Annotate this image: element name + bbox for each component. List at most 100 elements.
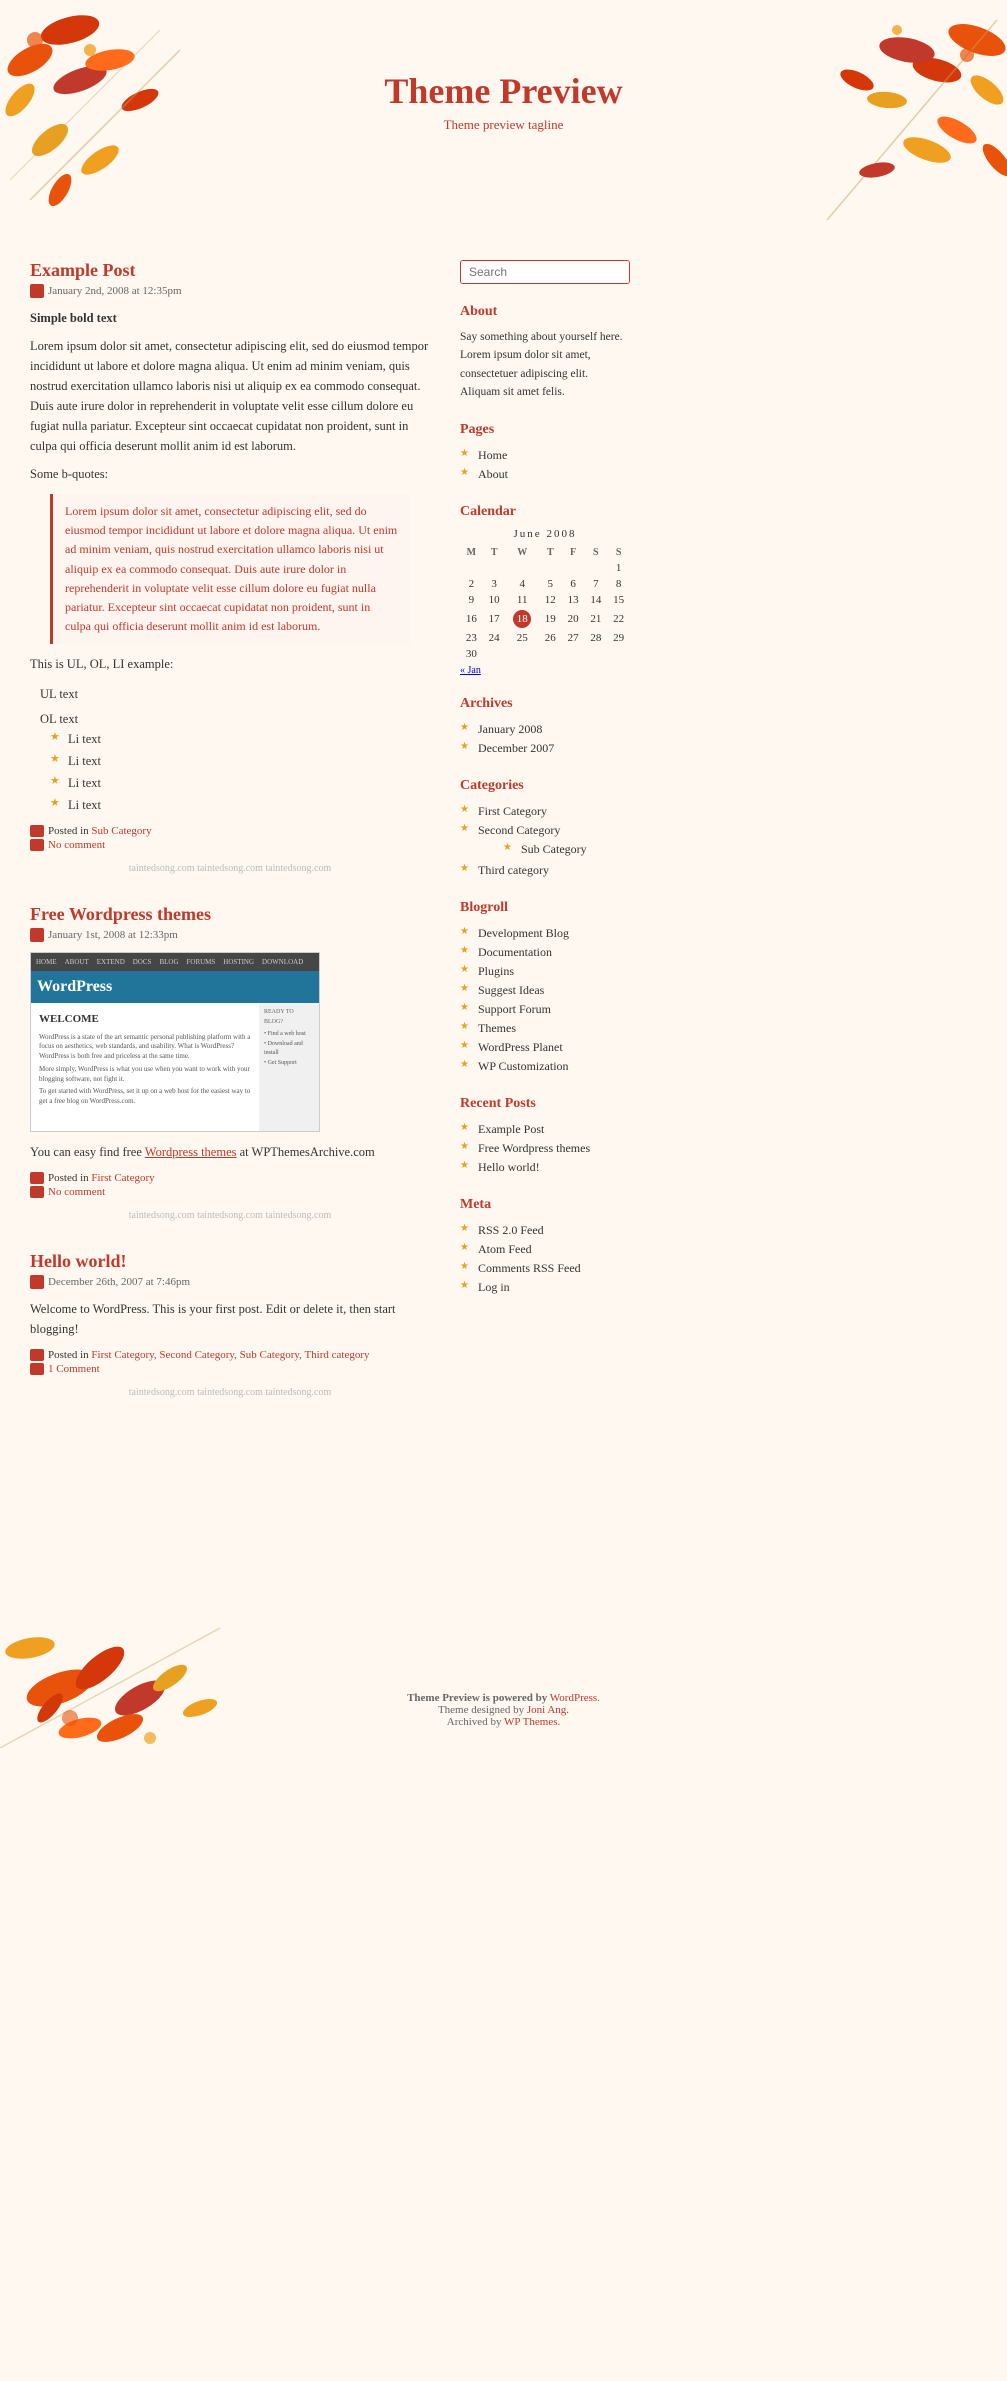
list-item: Li text	[50, 773, 430, 793]
widget-recent-posts: Recent Posts Example Post Free Wordpress…	[460, 1096, 630, 1177]
cal-header: F	[562, 545, 585, 560]
cal-cell	[562, 560, 585, 576]
comment-icon	[30, 839, 44, 851]
cal-cell: 9	[460, 592, 483, 608]
comment-line: 1 Comment	[30, 1363, 430, 1375]
calendar-icon	[30, 1275, 44, 1289]
meta-item[interactable]: Atom Feed	[460, 1240, 630, 1259]
about-text: Say something about yourself here. Lorem…	[460, 328, 630, 402]
post-date-example: January 2nd, 2008 at 12:35pm	[30, 284, 430, 298]
archive-item[interactable]: January 2008	[460, 720, 630, 739]
blogroll-item[interactable]: Suggest Ideas	[460, 981, 630, 1000]
post-title-example[interactable]: Example Post	[30, 260, 430, 281]
blogroll-list: Development Blog Documentation Plugins S…	[460, 924, 630, 1076]
cal-cell	[506, 646, 539, 662]
site-title: Theme Preview	[0, 70, 1007, 112]
cal-header: T	[539, 545, 562, 560]
cal-cell: 5	[539, 576, 562, 592]
designer-link[interactable]: Joni Ang	[527, 1704, 566, 1716]
post-title-wp[interactable]: Free Wordpress themes	[30, 904, 430, 925]
meta-item[interactable]: Comments RSS Feed	[460, 1259, 630, 1278]
category-item-third[interactable]: Third category	[460, 861, 630, 880]
post-content-wp: HOME ABOUT EXTEND DOCS BLOG FORUMS HOSTI…	[30, 952, 430, 1162]
cal-cell: 11	[506, 592, 539, 608]
cal-cell: 6	[562, 576, 585, 592]
wordpress-screenshot: HOME ABOUT EXTEND DOCS BLOG FORUMS HOSTI…	[30, 952, 320, 1132]
cal-cell: 28	[584, 630, 607, 646]
meta-item[interactable]: Log in	[460, 1278, 630, 1297]
widget-meta: Meta RSS 2.0 Feed Atom Feed Comments RSS…	[460, 1197, 630, 1297]
comment-link[interactable]: No comment	[48, 1186, 105, 1198]
post-date-hello: December 26th, 2007 at 7:46pm	[30, 1275, 430, 1289]
comment-line: No comment	[30, 1186, 430, 1198]
wordpress-link[interactable]: WordPress	[550, 1692, 597, 1704]
page-item-home[interactable]: Home	[460, 446, 630, 465]
tag-icon	[30, 1172, 44, 1184]
pages-list: Home About	[460, 446, 630, 484]
category-link[interactable]: Sub Category	[91, 825, 151, 837]
wp-navbar: HOME ABOUT EXTEND DOCS BLOG FORUMS HOSTI…	[31, 953, 319, 971]
cal-cell: 15	[607, 592, 630, 608]
comment-icon	[30, 1363, 44, 1375]
footer-archive: Archived by WP Themes.	[447, 1716, 560, 1728]
list-item: Li text	[50, 751, 430, 771]
meta-list: RSS 2.0 Feed Atom Feed Comments RSS Feed…	[460, 1221, 630, 1297]
list-item: Li text	[50, 729, 430, 749]
cal-cell: 20	[562, 608, 585, 630]
categories-list: First Category Second Category Sub Categ…	[460, 802, 630, 880]
blogroll-title: Blogroll	[460, 900, 630, 916]
tag-icon	[30, 825, 44, 837]
category-link[interactable]: First Category, Second Category, Sub Cat…	[91, 1349, 369, 1361]
archive-item[interactable]: December 2007	[460, 739, 630, 758]
cal-cell: 10	[483, 592, 506, 608]
search-input[interactable]	[461, 261, 630, 283]
cal-cell: 1	[607, 560, 630, 576]
cal-cell	[562, 646, 585, 662]
post-title-hello[interactable]: Hello world!	[30, 1251, 430, 1272]
blogroll-item[interactable]: Development Blog	[460, 924, 630, 943]
cal-cell: 3	[483, 576, 506, 592]
separator-3: taintedsong.com taintedsong.com tainteds…	[30, 1387, 430, 1398]
post-content-hello: Welcome to WordPress. This is your first…	[30, 1299, 430, 1339]
cal-header: S	[607, 545, 630, 560]
post-footer-wp: Posted in First Category No comment	[30, 1172, 430, 1198]
cal-cell	[460, 560, 483, 576]
post-content-example: Simple bold text Lorem ipsum dolor sit a…	[30, 308, 430, 815]
page-item-about[interactable]: About	[460, 465, 630, 484]
comment-link[interactable]: No comment	[48, 839, 105, 851]
cal-cell: 19	[539, 608, 562, 630]
blogroll-item[interactable]: Plugins	[460, 962, 630, 981]
wp-link[interactable]: Wordpress themes	[145, 1145, 237, 1159]
comment-link[interactable]: 1 Comment	[48, 1363, 100, 1375]
cal-cell: 25	[506, 630, 539, 646]
recent-post-item[interactable]: Example Post	[460, 1120, 630, 1139]
category-item-first[interactable]: First Category	[460, 802, 630, 821]
cal-prev[interactable]: « Jan	[460, 665, 481, 676]
cal-cell: 17	[483, 608, 506, 630]
meta-title: Meta	[460, 1197, 630, 1213]
cal-cell: 22	[607, 608, 630, 630]
blogroll-item[interactable]: WP Customization	[460, 1057, 630, 1076]
subcategory-item[interactable]: Sub Category	[503, 840, 630, 859]
blogroll-item[interactable]: WordPress Planet	[460, 1038, 630, 1057]
calendar-icon	[30, 284, 44, 298]
cal-cell: 24	[483, 630, 506, 646]
meta-item[interactable]: RSS 2.0 Feed	[460, 1221, 630, 1240]
blogroll-item[interactable]: Support Forum	[460, 1000, 630, 1019]
category-item-second[interactable]: Second Category Sub Category	[460, 821, 630, 861]
category-link[interactable]: First Category	[91, 1172, 154, 1184]
recent-post-item[interactable]: Free Wordpress themes	[460, 1139, 630, 1158]
calendar-month: June 2008	[460, 528, 630, 540]
blogroll-item[interactable]: Documentation	[460, 943, 630, 962]
cal-cell	[584, 560, 607, 576]
archiver-link[interactable]: WP Themes	[504, 1716, 557, 1728]
search-box[interactable]: 🔍	[460, 260, 630, 284]
archives-title: Archives	[460, 696, 630, 712]
cal-header: W	[506, 545, 539, 560]
blogroll-item[interactable]: Themes	[460, 1019, 630, 1038]
list-item: OL text	[40, 709, 430, 729]
cal-cell: 14	[584, 592, 607, 608]
cal-cell	[539, 646, 562, 662]
post-example: Example Post January 2nd, 2008 at 12:35p…	[30, 260, 430, 874]
recent-post-item[interactable]: Hello world!	[460, 1158, 630, 1177]
